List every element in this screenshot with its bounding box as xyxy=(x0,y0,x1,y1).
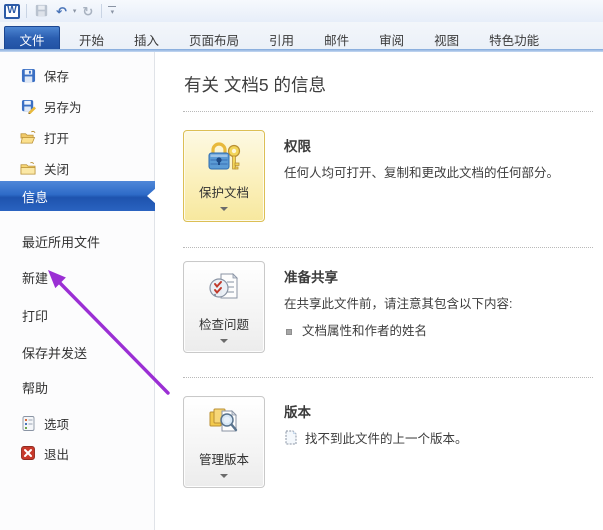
sidebar-item-exit[interactable]: 退出 xyxy=(0,440,155,466)
exit-icon xyxy=(20,445,36,461)
sidebar-item-label: 保存 xyxy=(44,69,70,84)
sidebar-item-save-as[interactable]: 另存为 xyxy=(0,93,155,119)
sidebar-item-save[interactable]: 保存 xyxy=(0,62,155,88)
protect-document-icon xyxy=(206,141,242,176)
sidebar-item-close[interactable]: 关闭 xyxy=(0,155,155,181)
save-as-icon xyxy=(20,98,36,114)
sidebar-item-info-selected[interactable]: 信息 xyxy=(0,181,156,211)
section-heading: 权限 xyxy=(284,139,311,154)
manage-versions-icon xyxy=(207,406,241,443)
sidebar-item-label: 关闭 xyxy=(44,162,70,177)
redo-icon[interactable]: ↻ xyxy=(80,4,95,19)
open-folder-icon xyxy=(20,129,36,145)
section-prepare-sharing: 检查问题 准备共享 在共享此文件前，请注意其包含以下内容: 文档属性和作者的姓名 xyxy=(183,248,593,378)
tab-insert[interactable]: 插入 xyxy=(119,30,174,49)
backstage-content: 有关 文档5 的信息 保护文档 权限 任何人均可打开、复制和更改此文档的任何部分… xyxy=(156,52,603,530)
sidebar-item-help[interactable]: 帮助 xyxy=(0,374,155,400)
backstage-view: 保存 另存为 打开 关闭 信息 最近所用文件 新建 打印 保存并发送 帮助 选项… xyxy=(0,52,603,530)
sidebar-item-open[interactable]: 打开 xyxy=(0,124,155,150)
title-bar: W ↶ ▾ ↻ ▾ xyxy=(0,0,603,22)
section-versions: 管理版本 版本 找不到此文件的上一个版本。 xyxy=(183,378,593,488)
sidebar-item-save-and-send[interactable]: 保存并发送 xyxy=(0,339,155,365)
dropdown-caret-icon xyxy=(220,339,228,343)
version-page-icon xyxy=(284,430,298,448)
tab-home[interactable]: 开始 xyxy=(64,30,119,49)
dropdown-caret-icon xyxy=(220,207,228,211)
tab-references[interactable]: 引用 xyxy=(254,30,309,49)
section-description: 找不到此文件的上一个版本。 xyxy=(305,432,468,446)
ribbon-tab-strip: 文件 开始 插入 页面布局 引用 邮件 审阅 视图 特色功能 xyxy=(0,22,603,52)
bullet-text: 文档属性和作者的姓名 xyxy=(302,324,428,339)
sidebar-item-label: 退出 xyxy=(44,447,70,462)
section-description: 在共享此文件前，请注意其包含以下内容: xyxy=(284,297,513,311)
page-title: 有关 文档5 的信息 xyxy=(184,75,326,95)
manage-versions-button[interactable]: 管理版本 xyxy=(183,396,265,488)
close-folder-icon xyxy=(20,160,36,176)
quick-save-icon[interactable] xyxy=(33,3,50,20)
section-heading: 版本 xyxy=(284,405,311,420)
section-permissions: 保护文档 权限 任何人均可打开、复制和更改此文档的任何部分。 xyxy=(183,112,593,248)
separator xyxy=(26,4,27,18)
button-label: 保护文档 xyxy=(198,186,249,200)
sidebar-item-new[interactable]: 新建 xyxy=(0,264,155,290)
backstage-sidebar: 保存 另存为 打开 关闭 信息 最近所用文件 新建 打印 保存并发送 帮助 选项… xyxy=(0,52,156,530)
sidebar-item-label: 打开 xyxy=(44,131,70,146)
button-label: 检查问题 xyxy=(198,318,249,332)
selected-notch xyxy=(147,188,156,204)
floppy-glyph xyxy=(35,4,48,16)
bullet-icon xyxy=(286,329,292,336)
tab-special-features[interactable]: 特色功能 xyxy=(474,30,554,49)
sidebar-item-label: 另存为 xyxy=(44,100,82,115)
check-for-issues-button[interactable]: 检查问题 xyxy=(183,261,265,353)
word-logo-icon[interactable]: W xyxy=(4,3,20,19)
sidebar-item-label: 打印 xyxy=(22,308,49,324)
sidebar-item-options[interactable]: 选项 xyxy=(0,410,155,436)
sidebar-item-label: 新建 xyxy=(22,270,49,286)
check-for-issues-icon xyxy=(207,271,241,308)
protect-document-button[interactable]: 保护文档 xyxy=(183,130,265,222)
sidebar-item-print[interactable]: 打印 xyxy=(0,302,155,328)
undo-dropdown-icon[interactable]: ▾ xyxy=(73,7,77,15)
sidebar-item-label: 信息 xyxy=(22,189,49,205)
customize-quick-access-icon[interactable]: ▾ xyxy=(108,6,117,16)
section-heading: 准备共享 xyxy=(284,270,338,285)
tab-review[interactable]: 审阅 xyxy=(364,30,419,49)
tab-page-layout[interactable]: 页面布局 xyxy=(174,30,254,49)
separator xyxy=(101,4,103,18)
save-icon xyxy=(20,67,36,83)
sidebar-item-label: 保存并发送 xyxy=(22,345,88,361)
dropdown-caret-icon xyxy=(220,474,228,478)
sidebar-item-label: 帮助 xyxy=(22,380,49,396)
sidebar-item-label: 最近所用文件 xyxy=(22,234,101,250)
section-description: 任何人均可打开、复制和更改此文档的任何部分。 xyxy=(284,166,560,180)
sidebar-item-recent[interactable]: 最近所用文件 xyxy=(0,228,155,254)
tab-mailings[interactable]: 邮件 xyxy=(309,30,364,49)
tab-view[interactable]: 视图 xyxy=(419,30,474,49)
options-icon xyxy=(20,415,36,431)
undo-icon[interactable]: ↶ xyxy=(54,4,69,19)
button-label: 管理版本 xyxy=(198,453,249,467)
share-warning-item: 文档属性和作者的姓名 xyxy=(284,322,512,341)
sidebar-item-label: 选项 xyxy=(44,417,70,432)
